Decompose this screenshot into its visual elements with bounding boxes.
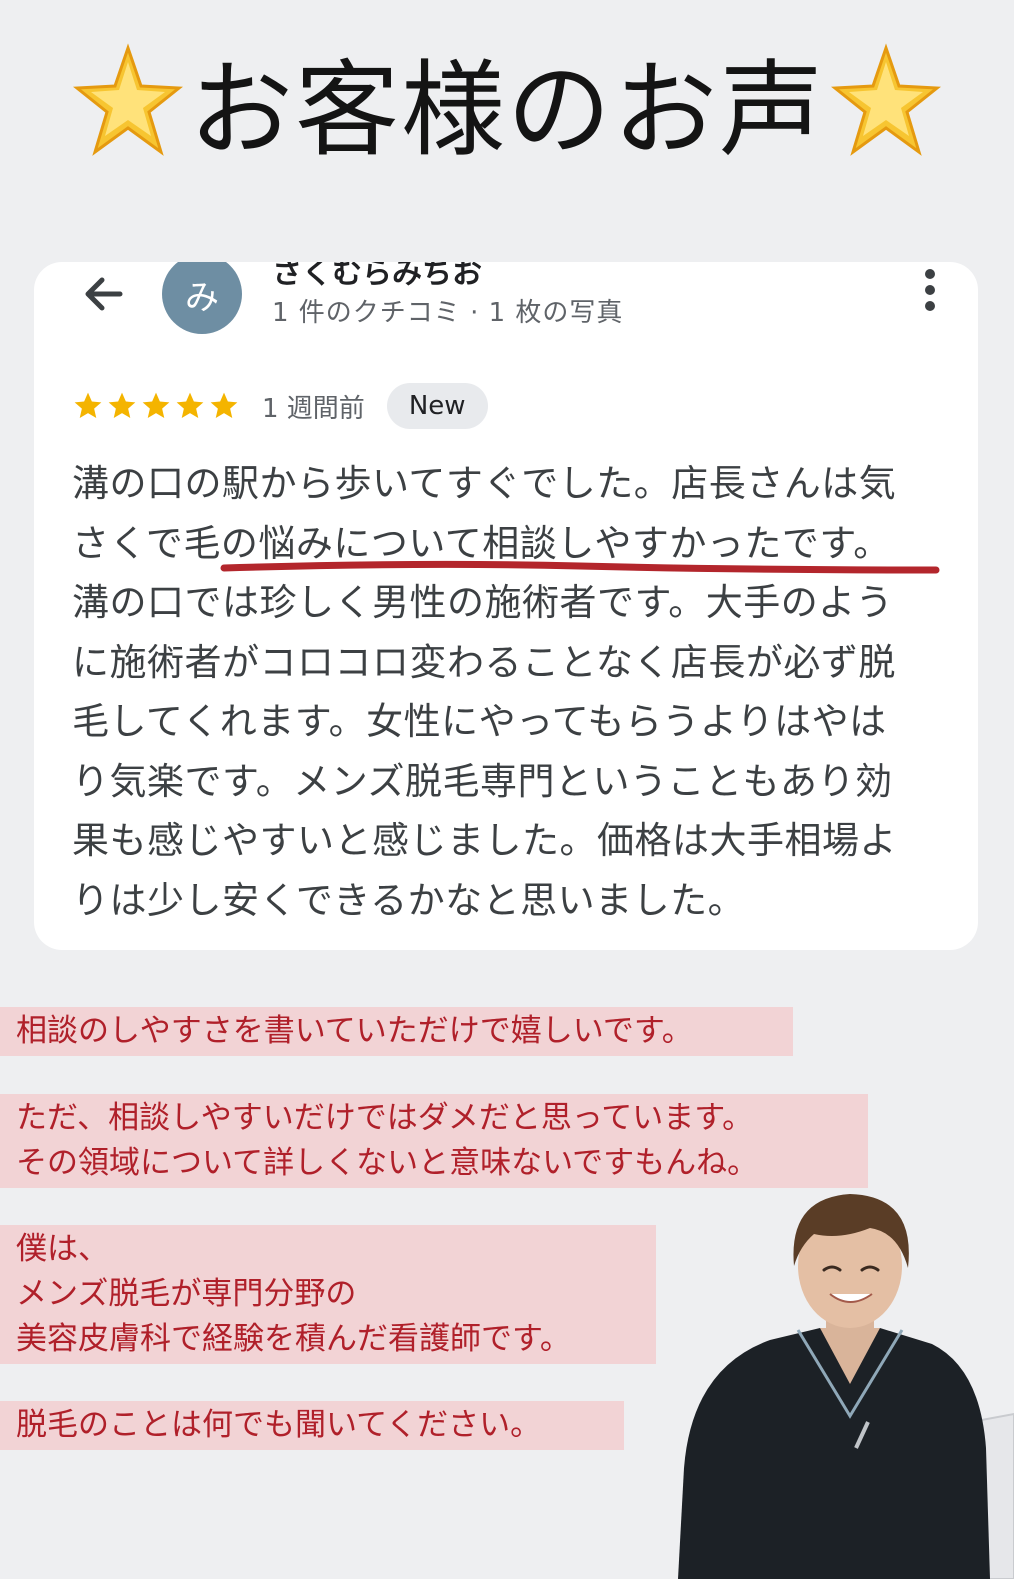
- review-line: に施術者がコロコロ変わることなく店長が必ず脱: [72, 640, 896, 684]
- comment-line: 僕は、: [16, 1231, 109, 1267]
- review-line: 果も感じやすいと感じました。価格は大手相場よ: [72, 819, 897, 862]
- comment-note-1: 相談のしやすさを書いていただけで嬉しいです。: [0, 1007, 793, 1056]
- star-rating: [72, 390, 240, 422]
- rating-star-icon: [176, 392, 204, 418]
- hand-drawn-underline: [220, 560, 940, 574]
- page-title: お客様のお声: [188, 48, 825, 171]
- review-line: 毛してくれます。女性にやってもらうよりはやは: [72, 700, 887, 743]
- title-row: お客様のお声: [0, 30, 1014, 171]
- rating-row: 1 週間前 New: [72, 380, 488, 432]
- avatar[interactable]: み: [162, 262, 242, 334]
- review-time: 1 週間前: [262, 393, 365, 424]
- more-vert-icon[interactable]: [918, 266, 942, 314]
- comment-line: 脱毛のことは何でも聞いてください。: [16, 1407, 542, 1443]
- comment-line: 相談のしやすさを書いていただけで嬉しいです。: [16, 1013, 693, 1049]
- new-badge: New: [386, 383, 488, 429]
- review-text: 溝の口の駅から歩いてすぐでした。店長さんは気 さくで毛の悩みについて相談しやすかっ…: [72, 454, 952, 930]
- comment-line: 美容皮膚科で経験を積んだ看護師です。: [16, 1321, 571, 1357]
- glowing-star-icon: [831, 43, 941, 156]
- comment-line: ただ、相談しやすいだけではダメだと思っています。: [16, 1100, 754, 1136]
- rating-star-icon: [210, 392, 238, 418]
- rating-star-icon: [74, 392, 102, 418]
- comment-note-2: ただ、相談しやすいだけではダメだと思っています。 その領域について詳しくないと意…: [0, 1094, 868, 1188]
- review-card: み さくむらみちお 1 件のクチコミ · 1 枚の写真 1 週間前 New 溝の…: [34, 262, 978, 950]
- rating-star-icon: [108, 392, 136, 418]
- comment-note-3: 僕は、 メンズ脱毛が専門分野の 美容皮膚科で経験を積んだ看護師です。: [0, 1225, 656, 1364]
- rating-star-icon: [142, 392, 170, 418]
- page: お客様のお声 み さくむらみちお 1 件のクチコミ · 1 枚の写真 1 週間前…: [0, 0, 1014, 1579]
- review-line: り気楽です。メンズ脱毛専門ということもあり効: [72, 759, 893, 803]
- comment-line: その領域について詳しくないと意味ないですもんね。: [16, 1145, 759, 1181]
- arrow-back-icon[interactable]: [80, 270, 128, 318]
- reviewer-name[interactable]: さくむらみちお: [272, 262, 482, 292]
- reviewer-meta: 1 件のクチコミ · 1 枚の写真: [272, 298, 624, 328]
- comment-line: メンズ脱毛が専門分野の: [16, 1276, 357, 1312]
- review-line: りは少し安くできるかなと思いました。: [72, 878, 746, 922]
- review-line: 溝の口の駅から歩いてすぐでした。店長さんは気: [72, 462, 897, 505]
- glowing-star-icon: [72, 43, 183, 156]
- staff-photo: [678, 1194, 1014, 1579]
- comment-note-4: 脱毛のことは何でも聞いてください。: [0, 1401, 624, 1450]
- review-line: 溝の口では珍しく男性の施術者です。大手のよう: [72, 581, 894, 624]
